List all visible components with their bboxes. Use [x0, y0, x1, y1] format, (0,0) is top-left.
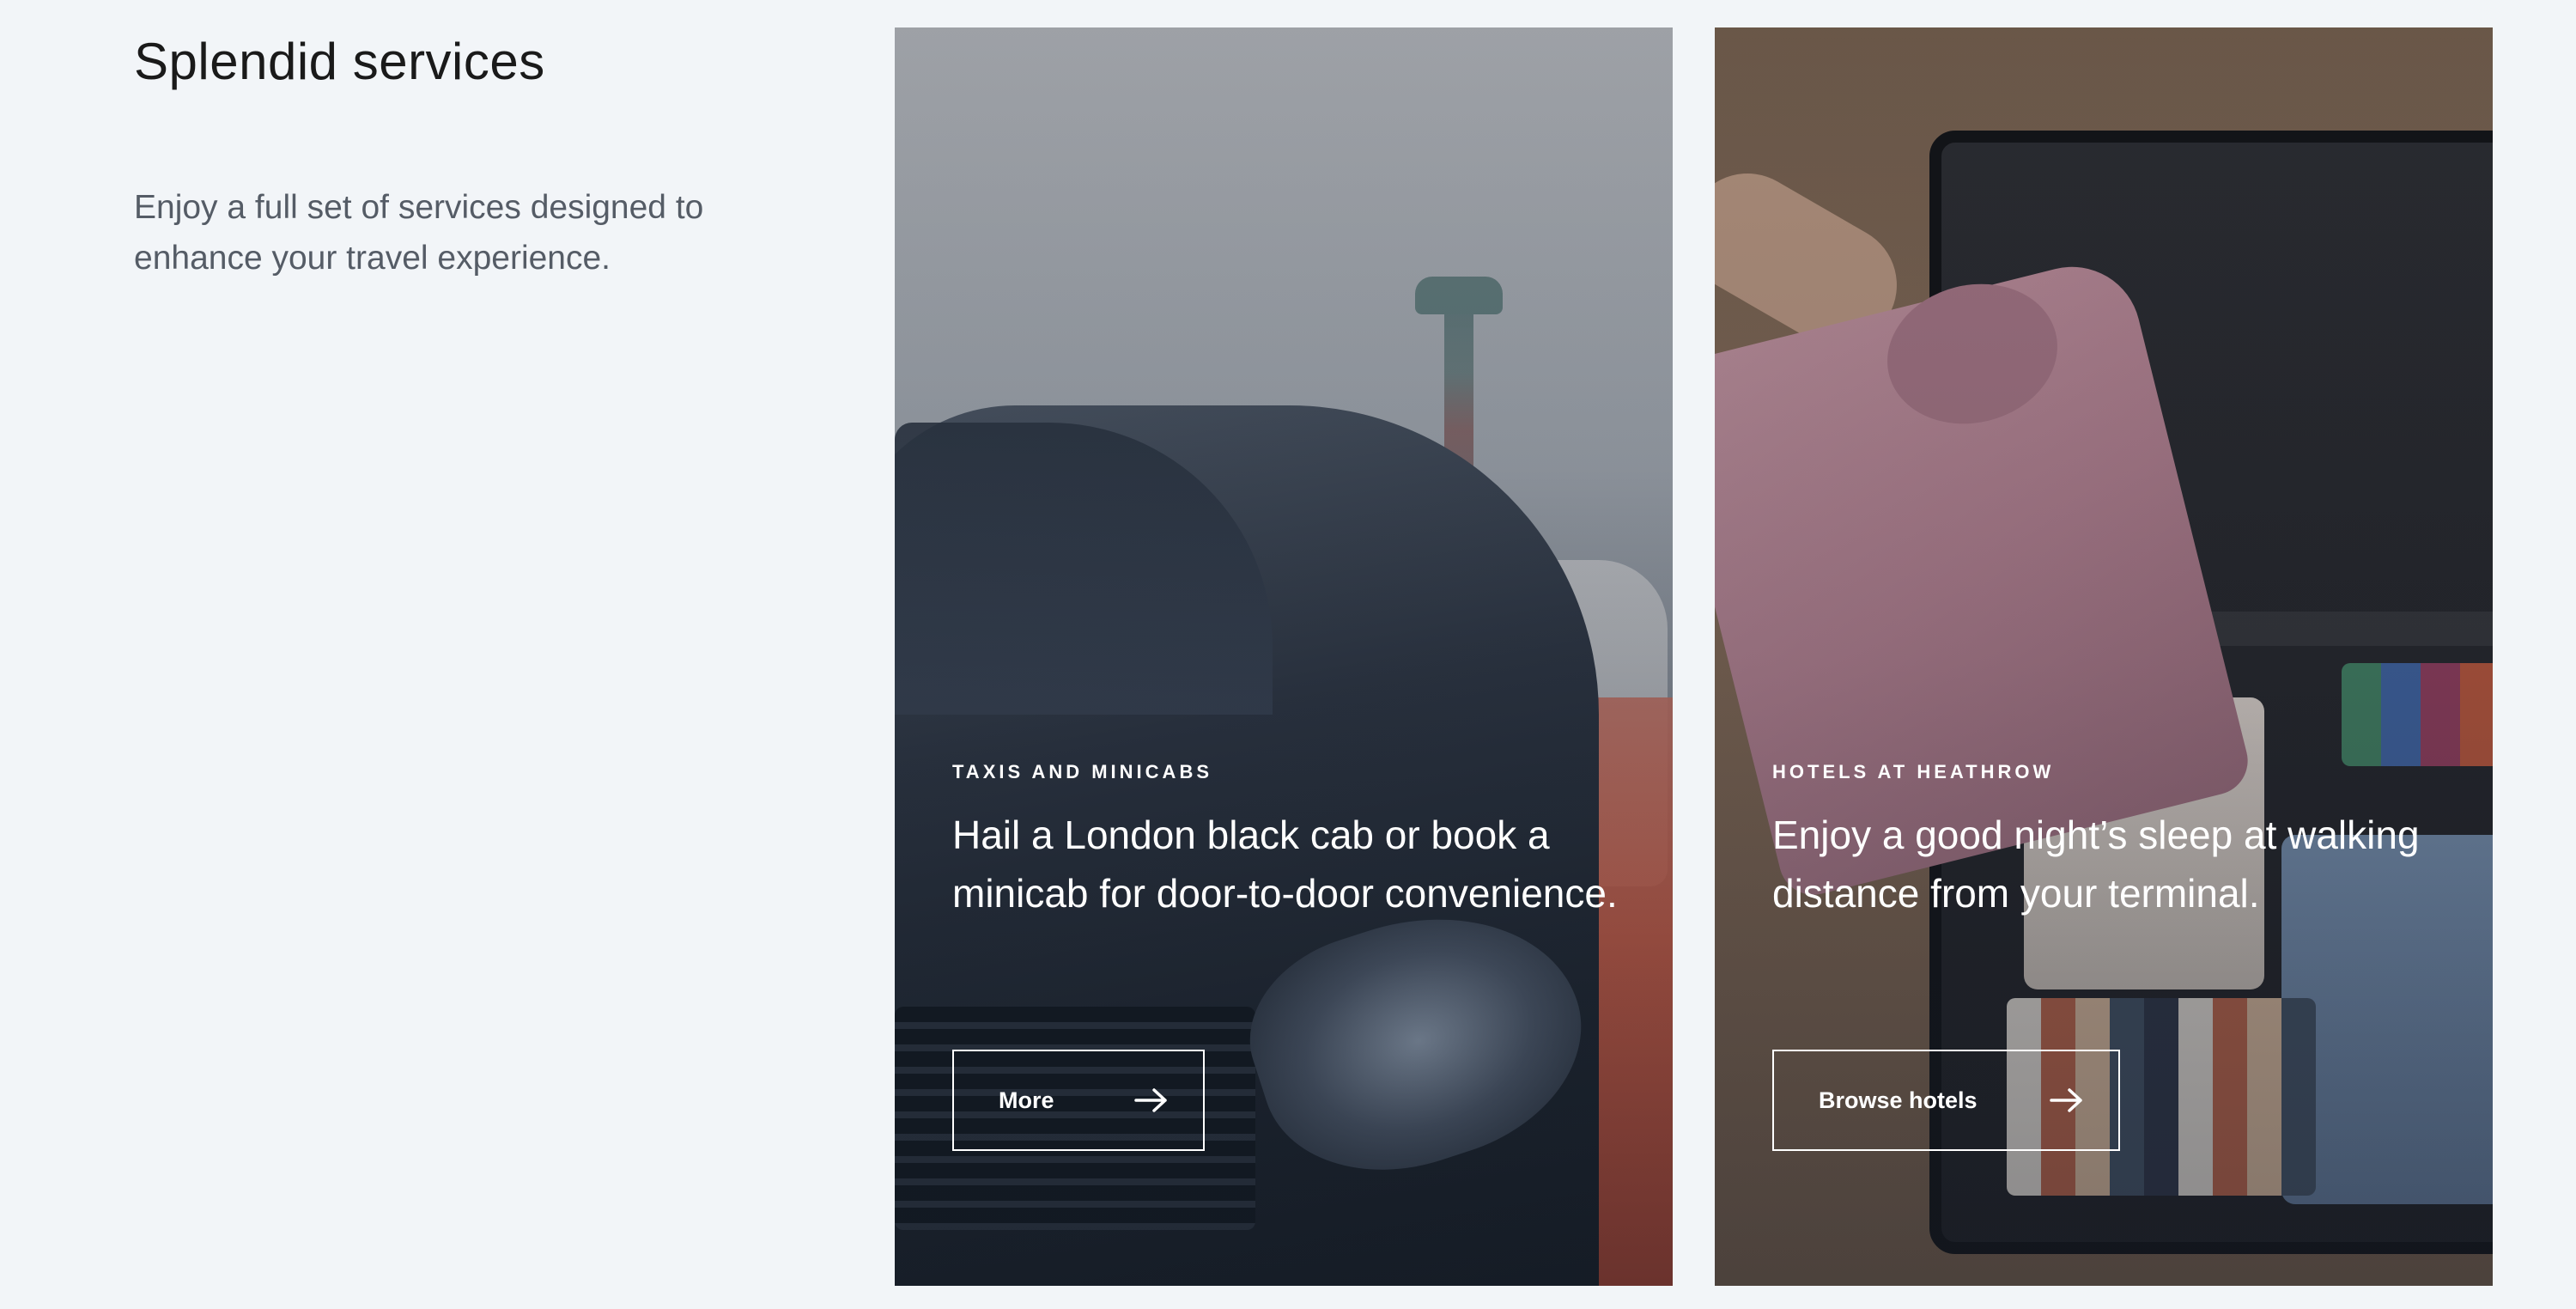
button-label: More — [999, 1087, 1054, 1113]
section-title: Splendid services — [134, 33, 545, 90]
hotels-card: HOTELS AT HEATHROW Enjoy a good night’s … — [1715, 27, 2493, 1286]
arrow-right-icon — [1134, 1088, 1167, 1112]
services-intro: Splendid services Enjoy a full set of se… — [134, 26, 787, 283]
card-content: HOTELS AT HEATHROW Enjoy a good night’s … — [1772, 759, 2442, 1151]
card-eyebrow: HOTELS AT HEATHROW — [1772, 761, 2055, 782]
card-headline: Hail a London black cab or book a minica… — [952, 813, 1618, 916]
browse-hotels-button[interactable]: Browse hotels — [1772, 1050, 2120, 1151]
button-label: Browse hotels — [1819, 1087, 1978, 1113]
section-description: Enjoy a full set of services designed to… — [134, 189, 704, 277]
taxis-card: TAXIS AND MINICABS Hail a London black c… — [895, 27, 1673, 1286]
arrow-right-icon — [2050, 1088, 2082, 1112]
card-headline: Enjoy a good night’s sleep at walking di… — [1772, 813, 2420, 916]
card-eyebrow: TAXIS AND MINICABS — [952, 761, 1212, 782]
card-content: TAXIS AND MINICABS Hail a London black c… — [952, 759, 1622, 1151]
more-button[interactable]: More — [952, 1050, 1205, 1151]
